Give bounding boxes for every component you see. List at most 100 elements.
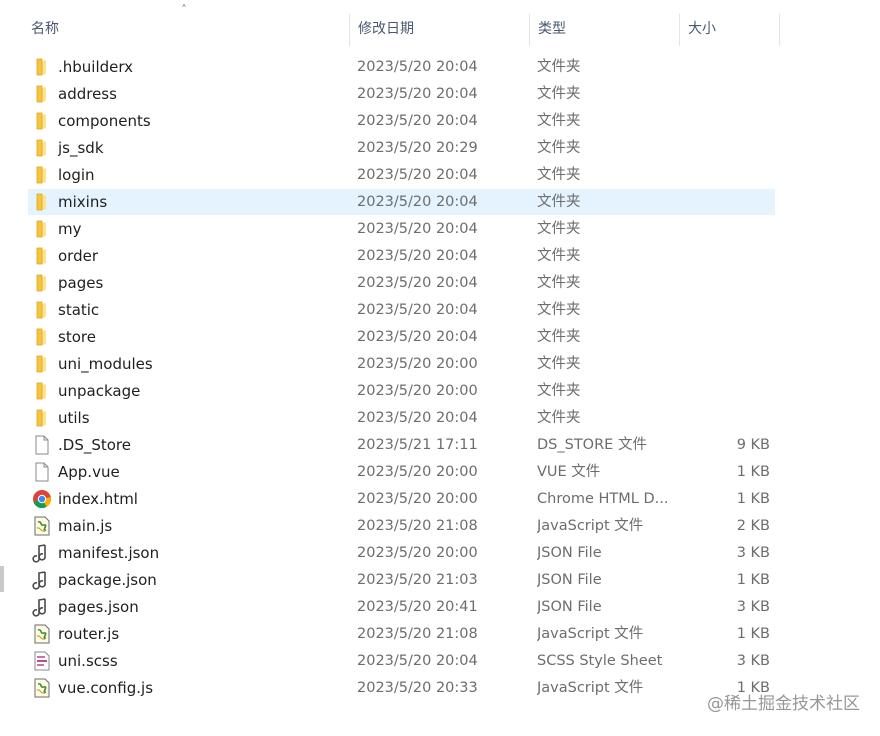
file-type: JavaScript 文件	[537, 518, 644, 534]
file-date: 2023/5/20 20:00	[357, 464, 478, 480]
file-type: 文件夹	[537, 167, 581, 183]
file-date: 2023/5/20 20:04	[357, 653, 478, 669]
file-size: 1 KB	[736, 464, 770, 480]
file-type: Chrome HTML D...	[537, 491, 669, 507]
file-row[interactable]: js_sdk 2023/5/20 20:29 文件夹	[28, 135, 775, 161]
file-name: pages.json	[58, 598, 139, 616]
file-row[interactable]: static 2023/5/20 20:04 文件夹	[28, 297, 775, 323]
file-row[interactable]: components 2023/5/20 20:04 文件夹	[28, 108, 775, 134]
folder-icon	[32, 273, 52, 293]
column-size-header[interactable]: 大小	[679, 12, 779, 46]
column-divider[interactable]	[779, 14, 780, 46]
file-type: 文件夹	[537, 275, 581, 291]
file-size	[678, 297, 770, 323]
left-scroll-edge	[0, 566, 4, 592]
file-type: 文件夹	[537, 194, 581, 210]
file-date: 2023/5/20 20:04	[357, 410, 478, 426]
file-date: 2023/5/20 20:29	[357, 140, 478, 156]
file-size: 1 KB	[736, 491, 770, 507]
file-type: JavaScript 文件	[537, 626, 644, 642]
file-row[interactable]: .hbuilderx 2023/5/20 20:04 文件夹	[28, 54, 775, 80]
file-type: 文件夹	[537, 140, 581, 156]
file-row[interactable]: utils 2023/5/20 20:04 文件夹	[28, 405, 775, 431]
file-name: login	[58, 166, 95, 184]
file-name: store	[58, 328, 96, 346]
file-row[interactable]: pages 2023/5/20 20:04 文件夹	[28, 270, 775, 296]
folder-icon	[32, 84, 52, 104]
file-size: 9 KB	[736, 437, 770, 453]
file-date: 2023/5/20 20:04	[357, 113, 478, 129]
file-row[interactable]: unpackage 2023/5/20 20:00 文件夹	[28, 378, 775, 404]
file-date: 2023/5/20 20:04	[357, 86, 478, 102]
file-type: JSON File	[537, 599, 602, 615]
column-date-header[interactable]: 修改日期	[349, 12, 529, 46]
file-type: 文件夹	[537, 59, 581, 75]
file-name: components	[58, 112, 151, 130]
file-row[interactable]: uni.scss 2023/5/20 20:04 SCSS Style Sheet 3…	[28, 648, 775, 674]
column-name-label: 名称	[31, 21, 59, 37]
file-row[interactable]: router.js 2023/5/20 21:08 JavaScript 文件 1 K…	[28, 621, 775, 647]
file-name: manifest.json	[58, 544, 160, 562]
file-name: package.json	[58, 571, 157, 589]
file-date: 2023/5/20 20:00	[357, 545, 478, 561]
file-row[interactable]: .DS_Store 2023/5/21 17:11 DS_STORE 文件 9 KB	[28, 432, 775, 458]
file-name: utils	[58, 409, 90, 427]
folder-icon	[32, 381, 52, 401]
file-size: 3 KB	[736, 599, 770, 615]
file-name: App.vue	[58, 463, 120, 481]
file-date: 2023/5/20 20:00	[357, 383, 478, 399]
file-date: 2023/5/20 20:00	[357, 491, 478, 507]
file-size	[678, 189, 770, 215]
file-date: 2023/5/20 20:41	[357, 599, 478, 615]
file-date: 2023/5/20 21:08	[357, 626, 478, 642]
script-file-icon	[32, 516, 52, 536]
file-row[interactable]: App.vue 2023/5/20 20:00 VUE 文件 1 KB	[28, 459, 775, 485]
script-file-icon	[32, 624, 52, 644]
file-type: SCSS Style Sheet	[537, 653, 663, 669]
file-row[interactable]: address 2023/5/20 20:04 文件夹	[28, 81, 775, 107]
file-size	[678, 351, 770, 377]
script-file-icon	[32, 678, 52, 698]
file-size: 1 KB	[736, 626, 770, 642]
folder-icon	[32, 246, 52, 266]
json-file-icon	[32, 543, 52, 563]
file-row[interactable]: store 2023/5/20 20:04 文件夹	[28, 324, 775, 350]
file-name: mixins	[58, 193, 108, 211]
file-date: 2023/5/20 20:00	[357, 356, 478, 372]
folder-icon	[32, 327, 52, 347]
file-row[interactable]: package.json 2023/5/20 21:03 JSON File 1 KB	[28, 567, 775, 593]
file-row[interactable]: mixins 2023/5/20 20:04 文件夹	[28, 189, 775, 215]
file-row[interactable]: main.js 2023/5/20 21:08 JavaScript 文件 2 KB	[28, 513, 775, 539]
file-row[interactable]: login 2023/5/20 20:04 文件夹	[28, 162, 775, 188]
file-date: 2023/5/20 21:03	[357, 572, 478, 588]
file-size	[678, 405, 770, 431]
file-row[interactable]: vue.config.js 2023/5/20 20:33 JavaScript 文…	[28, 675, 775, 701]
file-date: 2023/5/20 20:04	[357, 221, 478, 237]
file-row[interactable]: order 2023/5/20 20:04 文件夹	[28, 243, 775, 269]
file-row[interactable]: manifest.json 2023/5/20 20:00 JSON File 3 K…	[28, 540, 775, 566]
file-row[interactable]: pages.json 2023/5/20 20:41 JSON File 3 KB	[28, 594, 775, 620]
file-size	[678, 54, 770, 80]
file-date: 2023/5/20 20:04	[357, 248, 478, 264]
file-type: VUE 文件	[537, 464, 601, 480]
file-size	[678, 324, 770, 350]
file-size	[678, 108, 770, 134]
file-size	[678, 135, 770, 161]
file-date: 2023/5/20 20:33	[357, 680, 478, 696]
file-type: 文件夹	[537, 221, 581, 237]
file-row[interactable]: index.html 2023/5/20 20:00 Chrome HTML D..…	[28, 486, 775, 512]
json-file-icon	[32, 570, 52, 590]
column-type-header[interactable]: 类型	[529, 12, 679, 46]
file-name: my	[58, 220, 82, 238]
blank-file-icon	[32, 462, 52, 482]
column-header: 名称 ˄ 修改日期 类型 大小	[22, 3, 782, 46]
column-name-header[interactable]: 名称	[22, 12, 349, 46]
folder-icon	[32, 408, 52, 428]
column-size-label: 大小	[688, 21, 716, 37]
file-row[interactable]: uni_modules 2023/5/20 20:00 文件夹	[28, 351, 775, 377]
file-size: 1 KB	[736, 572, 770, 588]
column-date-label: 修改日期	[358, 21, 414, 37]
file-date: 2023/5/20 20:04	[357, 302, 478, 318]
file-name: order	[58, 247, 98, 265]
file-row[interactable]: my 2023/5/20 20:04 文件夹	[28, 216, 775, 242]
